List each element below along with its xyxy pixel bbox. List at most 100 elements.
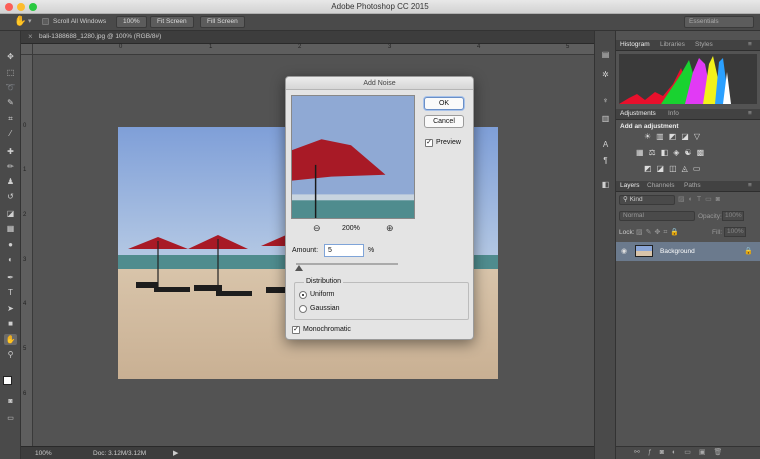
ruler-label: 0 [23, 123, 27, 129]
ruler-label: 3 [388, 44, 392, 50]
lasso-icon[interactable]: ➰ [4, 82, 17, 93]
hand-tool-preset-icon[interactable]: ✋ [14, 16, 26, 27]
document-tab[interactable]: × bali-1388688_1280.jpg @ 100% (RGB/8#) [21, 31, 594, 44]
lock-icons[interactable]: ▨✎✥⌗🔒 [636, 228, 682, 237]
cancel-button[interactable]: Cancel [424, 115, 464, 128]
actions-panel-icon[interactable]: ✲ [599, 69, 612, 80]
zoom-icon[interactable]: ⚲ [4, 349, 17, 360]
noise-preview[interactable] [291, 95, 415, 219]
panel-menu-icon[interactable]: ≡ [748, 41, 752, 48]
layer-filter-icons[interactable]: ▨◐T▭◙ [678, 195, 724, 203]
clone-stamp-icon[interactable]: ♟ [4, 176, 17, 187]
amount-slider-thumb[interactable] [295, 265, 303, 271]
shape-icon[interactable]: ■ [4, 318, 17, 329]
character-panel-icon[interactable]: A [599, 139, 612, 150]
eraser-icon[interactable]: ◪ [4, 208, 17, 219]
panel-menu-icon[interactable]: ≡ [748, 110, 752, 117]
blend-mode-select[interactable]: Normal [619, 211, 695, 221]
layers-panel: ⚲ Kind ▨◐T▭◙ Normal Opacity: 100% Lock: … [616, 192, 760, 459]
gradient-icon[interactable]: ▦ [4, 223, 17, 234]
tab-info[interactable]: Info [668, 110, 679, 117]
crop-icon[interactable]: ⌗ [4, 113, 17, 124]
document-size: Doc: 3.12M/3.12M [93, 450, 147, 457]
preview-zoom-level: 200% [342, 225, 360, 232]
ruler-label: 4 [477, 44, 481, 50]
fill-field[interactable]: 100% [724, 227, 746, 237]
quick-mask-icon[interactable]: ◙ [4, 396, 17, 407]
layer-filter-select[interactable]: ⚲ Kind [619, 195, 675, 205]
adjustment-icons-row-2[interactable]: ▦⚖◧◈☯▩ [636, 148, 709, 157]
workspace-select[interactable]: Essentials [684, 16, 754, 28]
add-noise-dialog: Add Noise ⊖ 200% ⊕ OK Cancel ✓ Preview A… [285, 76, 474, 340]
gaussian-radio[interactable] [299, 305, 307, 313]
tab-layers[interactable]: Layers [620, 182, 640, 189]
amount-label: Amount: [292, 247, 319, 254]
visibility-eye-icon[interactable]: ◉ [621, 247, 627, 255]
path-select-icon[interactable]: ➤ [4, 303, 17, 314]
tab-paths[interactable]: Paths [684, 182, 701, 189]
fit-screen-button[interactable]: Fit Screen [150, 16, 194, 28]
lock-icon: 🔒 [744, 248, 753, 255]
collapsed-panels-strip: ▤ ✲ ♆ ▥ A ¶ ◧ [594, 31, 616, 459]
brush-panel-icon[interactable]: ♆ [599, 95, 612, 106]
eyedropper-icon[interactable]: ⁄ [4, 128, 17, 139]
marquee-icon[interactable]: ⬚ [4, 67, 17, 78]
layers-footer-icons[interactable]: ⚯ƒ◙◐▭▣🗑 [616, 446, 760, 459]
uniform-radio[interactable] [299, 291, 307, 299]
close-tab-icon[interactable]: × [28, 32, 33, 41]
adjustments-heading: Add an adjustment [620, 123, 679, 130]
horizontal-ruler[interactable]: 0 1 2 3 4 5 [33, 44, 594, 55]
panel-menu-icon[interactable]: ≡ [748, 182, 752, 189]
document-tab-title: bali-1388688_1280.jpg @ 100% (RGB/8#) [39, 33, 162, 40]
blur-icon[interactable]: ● [4, 239, 17, 250]
foreground-color-swatch[interactable] [3, 376, 12, 385]
tab-styles[interactable]: Styles [695, 41, 713, 48]
dodge-icon[interactable]: ◐ [4, 254, 17, 265]
amount-input[interactable]: 5 [324, 244, 364, 257]
tab-channels[interactable]: Channels [647, 182, 674, 189]
vertical-ruler[interactable]: 0 1 2 3 4 5 6 [21, 55, 33, 446]
zoom-level[interactable]: 100% [35, 450, 52, 457]
tab-adjustments[interactable]: Adjustments [620, 110, 656, 117]
pen-icon[interactable]: ✒ [4, 272, 17, 283]
layer-row-background[interactable]: ◉ Background 🔒 [616, 242, 760, 261]
monochromatic-label: Monochromatic [303, 326, 351, 333]
history-panel-icon[interactable]: ▤ [599, 49, 612, 60]
ok-button[interactable]: OK [424, 97, 464, 110]
preview-checkbox[interactable]: ✓ [425, 139, 433, 147]
layer-thumbnail [635, 245, 653, 257]
histogram-panel [616, 51, 760, 108]
adjustment-icons-row-1[interactable]: ☀▥◩◪▽ [644, 132, 705, 141]
fill-screen-button[interactable]: Fill Screen [200, 16, 245, 28]
type-icon[interactable]: T [4, 287, 17, 298]
zoom-out-icon[interactable]: ⊖ [313, 223, 321, 234]
status-menu-icon[interactable]: ▶ [173, 449, 178, 457]
quick-select-icon[interactable]: ✎ [4, 97, 17, 108]
screen-mode-icon[interactable]: ▭ [4, 413, 17, 424]
properties-panel-icon[interactable]: ◧ [599, 179, 612, 190]
history-brush-icon[interactable]: ↺ [4, 191, 17, 202]
paragraph-panel-icon[interactable]: ¶ [599, 155, 612, 166]
preset-dropdown-icon[interactable]: ▾ [28, 17, 32, 25]
window-title: Adobe Photoshop CC 2015 [331, 2, 429, 11]
adjustment-icons-row-3[interactable]: ◩◪◫◬▭ [644, 164, 705, 173]
zoom-in-icon[interactable]: ⊕ [386, 223, 394, 234]
brush-icon[interactable]: ✏ [4, 161, 17, 172]
healing-icon[interactable]: ✚ [4, 146, 17, 157]
zoom-100-button[interactable]: 100% [116, 16, 147, 28]
hand-icon[interactable]: ✋ [4, 334, 17, 345]
tab-histogram[interactable]: Histogram [620, 41, 650, 48]
ruler-label: 1 [23, 167, 27, 173]
scroll-all-windows-checkbox[interactable] [42, 18, 49, 25]
brush-presets-icon[interactable]: ▥ [599, 113, 612, 124]
tools-panel: ✥ ⬚ ➰ ✎ ⌗ ⁄ ✚ ✏ ♟ ↺ ◪ ▦ ● ◐ ✒ T ➤ ■ ✋ ⚲ … [0, 31, 21, 459]
ruler-label: 6 [23, 391, 27, 397]
monochromatic-checkbox[interactable]: ✓ [292, 326, 300, 334]
opacity-label: Opacity: [698, 213, 722, 220]
move-icon[interactable]: ✥ [4, 51, 17, 62]
amount-slider-track[interactable] [296, 263, 398, 265]
tab-libraries[interactable]: Libraries [660, 41, 685, 48]
histogram-graph [619, 54, 757, 104]
ruler-origin[interactable] [21, 44, 33, 55]
opacity-field[interactable]: 100% [722, 211, 744, 221]
